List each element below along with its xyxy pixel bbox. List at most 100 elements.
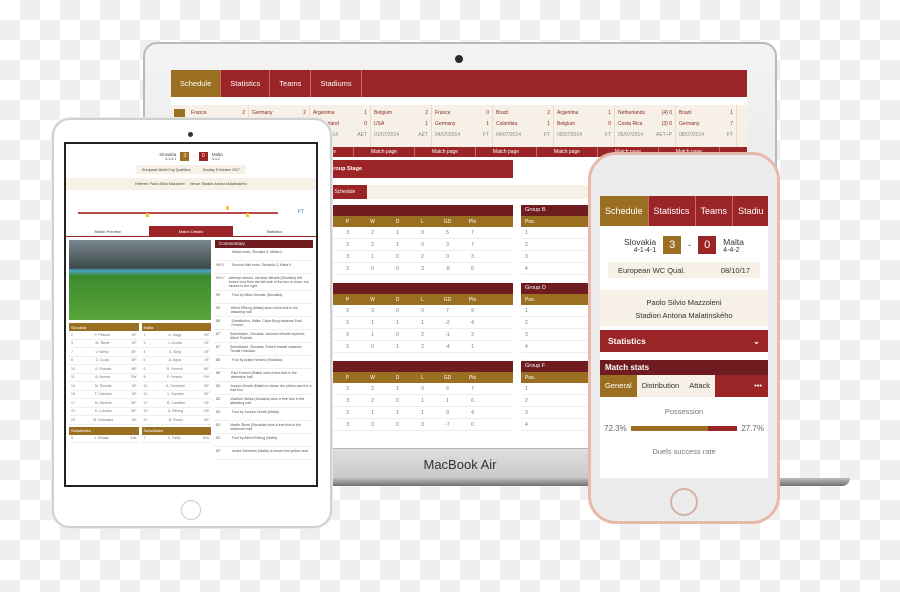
stadium-image: [69, 240, 211, 320]
column-header: D: [395, 296, 400, 303]
match-page-link[interactable]: Match page: [537, 147, 598, 157]
player-row[interactable]: 8 O. Duda MF: [69, 357, 139, 365]
column-header: P: [345, 296, 350, 303]
player-row[interactable]: 15 T. Hubočan DF: [69, 391, 139, 399]
minute: 83': [216, 423, 221, 427]
player-row[interactable]: 10 A. Rusnák MF: [69, 365, 139, 374]
commentary-item: 86' Foul by Adam Nemec (Slovakia).: [215, 356, 313, 369]
score: (3) 0: [661, 120, 672, 127]
score: 2: [303, 109, 306, 116]
cell: 1: [421, 319, 424, 326]
fixture-home-row: Belgium 2: [374, 107, 428, 118]
column-header: P: [345, 218, 350, 225]
player-row[interactable]: 14 M. Škriniar DF: [69, 382, 139, 391]
fixture-away-row: Colombia 1: [496, 118, 550, 129]
player-row[interactable]: 4 S. Borg DF: [141, 348, 211, 357]
column-header: GD: [443, 218, 452, 225]
cell: 3: [421, 421, 424, 428]
more-icon[interactable]: •••: [715, 375, 768, 397]
player-row[interactable]: 6 R. Fenech MF: [141, 365, 211, 374]
player-position: DF: [204, 349, 209, 354]
match-date: Sunday 8 October 2017: [202, 167, 240, 172]
player-row[interactable]: 11 L. Gambin MF: [141, 391, 211, 399]
commentary-item: 87' Substitution, Slovakia. Jaroslav Miha…: [215, 330, 313, 343]
tab-match-preview[interactable]: Match Preview: [66, 226, 149, 236]
tab-match-details[interactable]: Match Details: [149, 226, 233, 236]
cell: 6: [446, 385, 449, 392]
tab-statistics[interactable]: Statistics: [649, 196, 696, 226]
tab-general[interactable]: General: [600, 375, 637, 397]
player-row[interactable]: 22 S. Lobotka MF: [69, 408, 139, 416]
player-row[interactable]: 3 M. Škrtel DF: [69, 340, 139, 348]
cell: 3: [446, 241, 449, 248]
player-row[interactable]: 8 P. Fenech FW: [141, 374, 211, 382]
fixture-card[interactable]: France 0 Germany 1 04/07/2014 FT: [432, 105, 493, 147]
commentary-text: André Schembri (Malta) is shown the yell…: [232, 449, 309, 453]
match-page-link[interactable]: Match page: [415, 147, 476, 157]
tab-attack[interactable]: Attack: [684, 375, 716, 397]
home-button[interactable]: [181, 500, 201, 520]
home-button[interactable]: [670, 488, 698, 516]
tab-stadiums[interactable]: Stadiums: [311, 70, 362, 97]
fixture-card[interactable]: Belgium 2 USA 1 01/07/2014 AET: [371, 105, 432, 147]
column-header: L: [421, 374, 424, 381]
team-header: Malta: [141, 323, 211, 331]
cell: 1: [396, 241, 399, 248]
cell: 2: [371, 397, 374, 404]
cell: 0: [396, 307, 399, 314]
tab-teams[interactable]: Teams: [270, 70, 312, 97]
commentary-item: 90+1' Attempt missed. Jaroslav Mihalik (S…: [215, 274, 313, 291]
tab-schedule[interactable]: Schedule: [600, 196, 649, 226]
player-row[interactable]: 1 A. Hogg GK: [141, 331, 211, 340]
group-stage-tab[interactable]: Group Stage: [323, 160, 513, 178]
tab-statistics[interactable]: Statistics: [221, 70, 271, 97]
match-page-link[interactable]: Match page: [354, 147, 415, 157]
tab-statistics[interactable]: Statistics: [233, 226, 316, 236]
player-row[interactable]: 17 M. Hamšík MF: [69, 399, 139, 408]
player-row[interactable]: 23 M. Dúbravka GK: [69, 416, 139, 425]
player-number: 9: [71, 436, 73, 441]
statistics-accordion[interactable]: Statistics ⌄: [600, 330, 768, 352]
minute: 90': [216, 293, 221, 297]
cell: 1: [396, 229, 399, 236]
tab-schedule[interactable]: Schedule: [171, 70, 222, 97]
player-row[interactable]: 3 J. Zerafa DF: [141, 340, 211, 348]
player-number: 8: [71, 358, 73, 363]
player-row[interactable]: 19 A. Effiong FW: [141, 408, 211, 416]
player-name: R. Camilleri: [166, 400, 185, 405]
fixture-card[interactable]: Netherlands (4) 0 Costa Rica (3) 0 05/07/201…: [615, 105, 676, 147]
fixture-date-row: 04/07/2014 FT: [435, 129, 489, 140]
fixture-date-row: 08/07/2014 FT: [679, 129, 733, 140]
fixture-card[interactable]: Brazil 2 Colombia 1 04/07/2014 FT: [493, 105, 554, 147]
sub-row[interactable]: 9 J. Mihalik Sub: [69, 435, 139, 443]
player-row[interactable]: 11 A. Nemec FW: [69, 374, 139, 382]
player-row[interactable]: 21 B. Pisani MF: [141, 416, 211, 425]
player-number: 3: [143, 341, 146, 346]
player-name: S. Borg: [169, 349, 181, 354]
cell: 7: [471, 229, 474, 236]
tab-teams[interactable]: Teams: [696, 196, 734, 226]
fixture-card[interactable]: Brazil 1 Germany 7 08/07/2014 FT: [676, 105, 737, 147]
team-name: Belgium: [557, 120, 576, 127]
match-page-link[interactable]: Match page: [476, 147, 537, 157]
player-name: A. Nemec: [95, 375, 111, 380]
tab-stadiums[interactable]: Stadiu: [733, 196, 768, 226]
player-name: O. Duda: [95, 358, 109, 363]
away-score: 0: [198, 152, 208, 161]
tab-distribution[interactable]: Distribution: [636, 375, 685, 397]
player-row[interactable]: 7 V. Weiss MF: [69, 348, 139, 357]
player-name: P. Fenech: [166, 375, 183, 380]
player-position: Sub: [130, 436, 137, 441]
sub-row[interactable]: 7 C. Failla Sub: [141, 435, 211, 443]
fixture-card[interactable]: Argentina 1 Belgium 0 05/07/2014 FT: [554, 105, 615, 147]
player-row[interactable]: 10 A. Schembri MF: [141, 382, 211, 391]
cell: 2: [421, 253, 424, 260]
duels-label: Duels success rate: [652, 447, 716, 456]
cell: 1: [371, 331, 374, 338]
player-row[interactable]: 5 A. Agius DF: [141, 357, 211, 365]
player-row[interactable]: 2 P. Pekarík DF: [69, 331, 139, 340]
player-row[interactable]: 17 R. Camilleri DF: [141, 399, 211, 408]
team-name: Germany: [252, 109, 273, 116]
player-number: 10: [71, 366, 75, 371]
column-header: W: [370, 296, 375, 303]
